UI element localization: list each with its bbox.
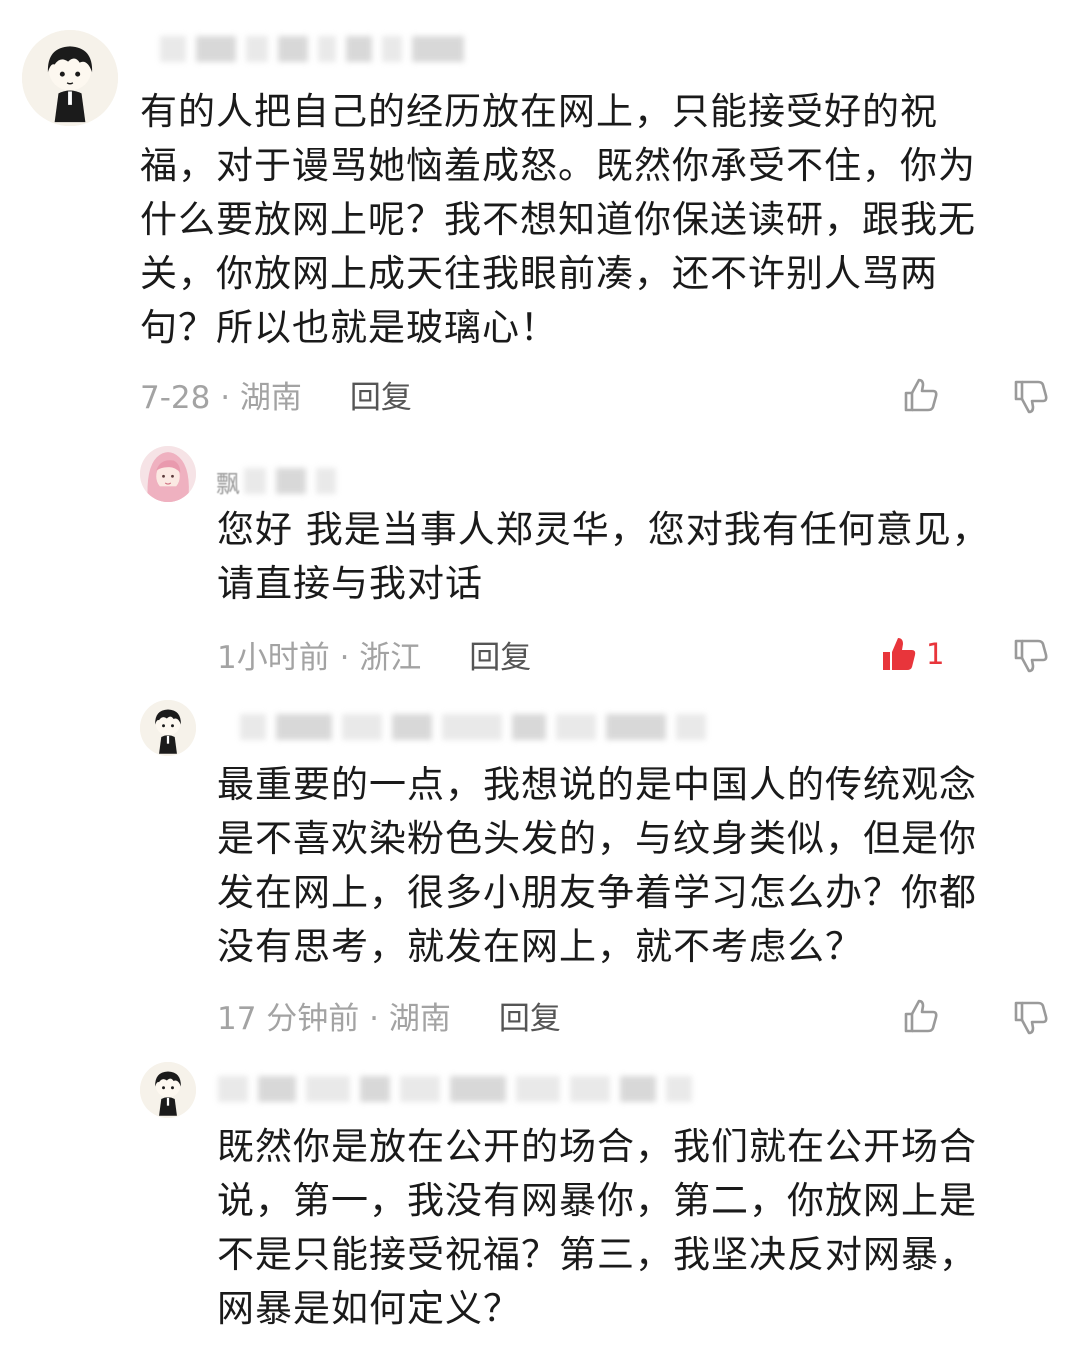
thumbs-down-icon (1014, 639, 1048, 673)
like-button[interactable] (900, 994, 940, 1038)
like-button[interactable]: 1 (878, 632, 944, 676)
cartoon-boy-avatar-icon (140, 1062, 196, 1118)
pink-hair-girl-avatar-icon (140, 446, 196, 502)
comment-text: 最重要的一点，我想说的是中国人的传统观念 是不喜欢染粉色头发的，与纹身类似，但是… (217, 763, 977, 968)
avatar[interactable] (140, 700, 196, 756)
reply-button[interactable]: 回复 (499, 993, 561, 1038)
dislike-button[interactable] (1010, 996, 1050, 1040)
avatar[interactable] (140, 446, 196, 502)
reply-button[interactable]: 回复 (350, 372, 412, 417)
timestamp-location: 17 分钟前 · 湖南 (217, 1000, 451, 1037)
like-count: 1 (926, 637, 945, 671)
username-visible: 飘 (216, 469, 240, 498)
avatar[interactable] (22, 30, 118, 126)
thumbs-up-icon (904, 999, 938, 1033)
thumbs-up-filled-icon (883, 638, 916, 670)
username-blurred[interactable] (240, 712, 706, 742)
dislike-button[interactable] (1010, 634, 1050, 678)
timestamp-location: 7-28 · 湖南 (140, 379, 302, 416)
reply-button[interactable]: 回复 (469, 632, 531, 677)
thumbs-up-icon (904, 378, 938, 412)
comment-text: 既然你是放在公开的场合，我们就在公开场合 说，第一，我没有网暴你，第二，你放网上… (217, 1125, 977, 1330)
comment-text: 您好 我是当事人郑灵华，您对我有任何意见， 请直接与我对话 (217, 508, 990, 605)
dislike-button[interactable] (1010, 375, 1050, 419)
thumbs-down-icon (1014, 380, 1048, 414)
username-blurred[interactable]: 飘 (216, 466, 336, 498)
comment-meta: 17 分钟前 · 湖南 回复 (217, 993, 561, 1038)
cartoon-boy-avatar-icon (140, 700, 196, 756)
comment-meta: 1小时前 · 浙江 回复 (217, 632, 531, 677)
thumbs-down-icon (1014, 1001, 1048, 1035)
comment-meta: 7-28 · 湖南 回复 (140, 372, 412, 417)
avatar[interactable] (140, 1062, 196, 1118)
username-blurred[interactable] (160, 34, 464, 64)
comment-text: 有的人把自己的经历放在网上，只能接受好的祝 福，对于谩骂她恼羞成怒。既然你承受不… (140, 90, 976, 349)
like-button[interactable] (900, 373, 940, 417)
cartoon-boy-avatar-icon (22, 30, 118, 126)
timestamp-location: 1小时前 · 浙江 (217, 639, 422, 676)
username-blurred[interactable] (218, 1074, 692, 1104)
